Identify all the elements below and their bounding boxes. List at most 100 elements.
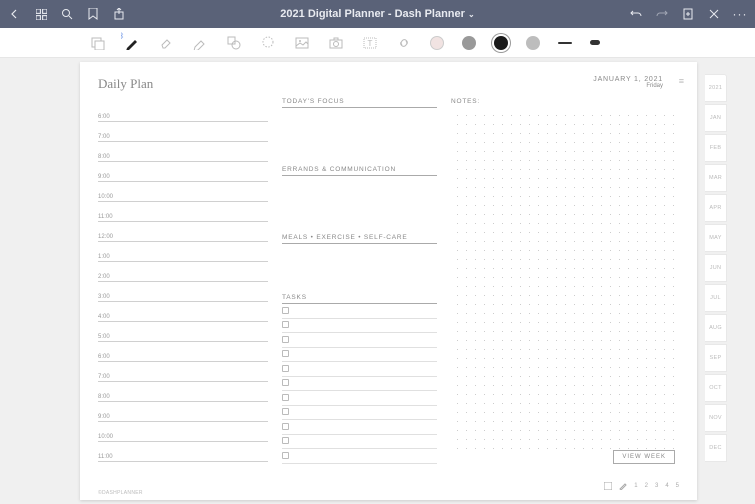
task-checkbox[interactable]	[282, 321, 289, 328]
task-checkbox[interactable]	[282, 437, 289, 444]
search-icon[interactable]	[60, 7, 74, 21]
image-tool-icon[interactable]	[294, 35, 310, 51]
task-checkbox[interactable]	[282, 336, 289, 343]
color-swatch-3[interactable]	[494, 36, 508, 50]
task-checkbox[interactable]	[282, 394, 289, 401]
timeslot[interactable]: 6:00	[98, 102, 268, 122]
more-icon[interactable]: ···	[733, 7, 747, 21]
lasso-tool-icon[interactable]	[260, 35, 276, 51]
timeslot[interactable]: 5:00	[98, 322, 268, 342]
month-tab-feb[interactable]: FEB	[705, 134, 727, 162]
zoom-tool-icon[interactable]	[90, 35, 106, 51]
app-titlebar: 2021 Digital Planner - Dash Planner ⌄ ··…	[0, 0, 755, 28]
task-row[interactable]	[282, 333, 437, 348]
month-tab-apr[interactable]: APR	[705, 194, 727, 222]
task-row[interactable]	[282, 304, 437, 319]
month-tab-sep[interactable]: SEP	[705, 344, 727, 372]
month-tab-aug[interactable]: AUG	[705, 314, 727, 342]
task-row[interactable]	[282, 377, 437, 392]
month-tab-dec[interactable]: DEC	[705, 434, 727, 462]
task-checkbox[interactable]	[282, 423, 289, 430]
camera-tool-icon[interactable]	[328, 35, 344, 51]
notes-column: NOTES: VIEW WEEK	[451, 76, 679, 492]
color-swatch-1[interactable]	[430, 36, 444, 50]
share-icon[interactable]	[112, 7, 126, 21]
highlighter-tool-icon[interactable]	[192, 35, 208, 51]
month-tab-2021[interactable]: 2021	[705, 74, 727, 102]
timeslot-label: 3:00	[98, 294, 110, 301]
footer-page-num[interactable]: 4	[665, 483, 668, 489]
grid-icon[interactable]	[34, 7, 48, 21]
timeslot-label: 12:00	[98, 234, 113, 241]
section-errands: ERRANDS & COMMUNICATION	[282, 166, 437, 176]
task-row[interactable]	[282, 348, 437, 363]
task-row[interactable]	[282, 362, 437, 377]
redo-icon[interactable]	[655, 7, 669, 21]
month-tab-mar[interactable]: MAR	[705, 164, 727, 192]
timeslot[interactable]: 9:00	[98, 162, 268, 182]
bluetooth-icon: ᛒ	[120, 33, 124, 40]
close-icon[interactable]	[707, 7, 721, 21]
footer-page-num[interactable]: 3	[655, 483, 658, 489]
text-tool-icon[interactable]: T	[362, 35, 378, 51]
timeslot-label: 11:00	[98, 214, 113, 221]
eraser-tool-icon[interactable]	[158, 35, 174, 51]
bookmark-icon[interactable]	[86, 7, 100, 21]
task-row[interactable]	[282, 435, 437, 450]
task-checkbox[interactable]	[282, 365, 289, 372]
undo-icon[interactable]	[629, 7, 643, 21]
stroke-thin[interactable]	[558, 42, 572, 44]
notes-dotgrid[interactable]	[451, 109, 679, 451]
pen-tool-icon[interactable]: ᛒ	[124, 35, 140, 51]
timeslot[interactable]: 7:00	[98, 362, 268, 382]
task-checkbox[interactable]	[282, 452, 289, 459]
task-checkbox[interactable]	[282, 307, 289, 314]
back-icon[interactable]	[8, 7, 22, 21]
task-checkbox[interactable]	[282, 350, 289, 357]
timeslot[interactable]: 4:00	[98, 302, 268, 322]
month-tab-jun[interactable]: JUN	[705, 254, 727, 282]
footer-page-num[interactable]: 2	[645, 483, 648, 489]
timeslot[interactable]: 10:00	[98, 182, 268, 202]
task-row[interactable]	[282, 406, 437, 421]
section-notes: NOTES:	[451, 98, 679, 105]
task-row[interactable]	[282, 420, 437, 435]
stroke-preview[interactable]	[526, 36, 540, 50]
task-row[interactable]	[282, 391, 437, 406]
view-week-button[interactable]: VIEW WEEK	[613, 450, 675, 464]
month-tab-jan[interactable]: JAN	[705, 104, 727, 132]
add-page-icon[interactable]	[681, 7, 695, 21]
footer-page-num[interactable]: 5	[676, 483, 679, 489]
month-tab-nov[interactable]: NOV	[705, 404, 727, 432]
task-row[interactable]	[282, 449, 437, 464]
timeslot[interactable]: 6:00	[98, 342, 268, 362]
timeslot[interactable]: 10:00	[98, 422, 268, 442]
page-title: Daily Plan	[98, 76, 268, 92]
month-tab-oct[interactable]: OCT	[705, 374, 727, 402]
document-title[interactable]: 2021 Digital Planner - Dash Planner ⌄	[126, 8, 629, 20]
task-checkbox[interactable]	[282, 408, 289, 415]
timeslot[interactable]: 11:00	[98, 442, 268, 462]
stroke-thick[interactable]	[590, 40, 600, 45]
timeslot[interactable]: 1:00	[98, 242, 268, 262]
timeslot[interactable]: 7:00	[98, 122, 268, 142]
month-tab-jul[interactable]: JUL	[705, 284, 727, 312]
month-tab-may[interactable]: MAY	[705, 224, 727, 252]
timeslot[interactable]: 9:00	[98, 402, 268, 422]
page-menu-icon[interactable]: ≡	[679, 76, 683, 86]
link-tool-icon[interactable]	[396, 35, 412, 51]
planner-page[interactable]: JANUARY 1, 2021 Friday ≡ Daily Plan 6:00…	[80, 62, 697, 500]
timeslot[interactable]: 12:00	[98, 222, 268, 242]
task-checkbox[interactable]	[282, 379, 289, 386]
footer-checkbox-icon[interactable]	[604, 482, 612, 490]
timeslot[interactable]: 8:00	[98, 142, 268, 162]
timeslot[interactable]: 11:00	[98, 202, 268, 222]
timeslot[interactable]: 8:00	[98, 382, 268, 402]
timeslot[interactable]: 2:00	[98, 262, 268, 282]
timeslot[interactable]: 3:00	[98, 282, 268, 302]
shape-tool-icon[interactable]	[226, 35, 242, 51]
task-row[interactable]	[282, 319, 437, 334]
footer-page-num[interactable]: 1	[634, 483, 637, 489]
footer-edit-icon[interactable]	[619, 482, 627, 490]
color-swatch-2[interactable]	[462, 36, 476, 50]
